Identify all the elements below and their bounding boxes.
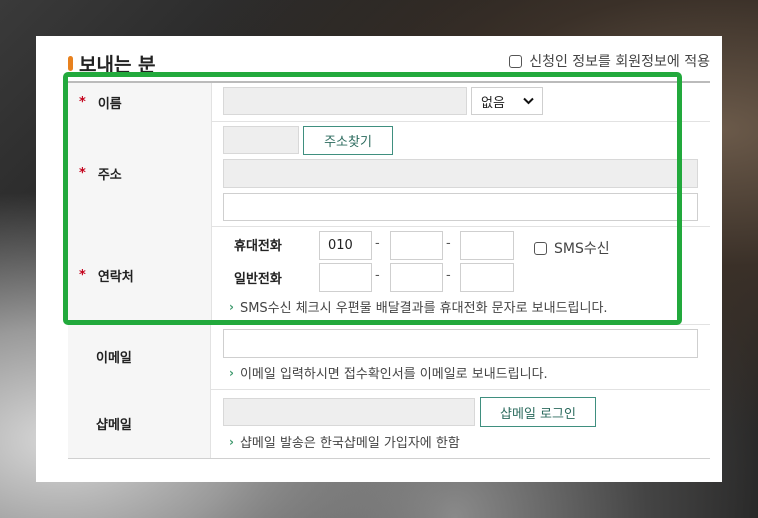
- email-note-text: 이메일 입력하시면 접수확인서를 이메일로 보내드립니다.: [239, 367, 548, 382]
- landline-label: 일반전화: [234, 272, 282, 287]
- mobile-label: 휴대전화: [234, 239, 282, 254]
- arrow-icon: ›: [229, 365, 234, 380]
- address-detail-input[interactable]: [223, 193, 698, 221]
- postcode-input[interactable]: [223, 126, 299, 154]
- shopmail-note: › 샵메일 발송은 한국샵메일 가입자에 한함: [229, 432, 460, 452]
- mobile-prefix-input[interactable]: 010: [319, 231, 372, 260]
- section-title: 보내는 분: [68, 50, 156, 77]
- sms-note-text: SMS수신 체크시 우편물 배달결과를 휴대전화 문자로 보내드립니다.: [239, 301, 608, 316]
- apply-member-info-checkbox[interactable]: 신청인 정보를 회원정보에 적용: [509, 51, 710, 71]
- mobile-middle-input[interactable]: [390, 231, 443, 260]
- address-label: * 주소: [68, 121, 212, 226]
- shopmail-input[interactable]: [223, 398, 475, 426]
- shopmail-login-label: 샵메일 로그인: [500, 406, 576, 422]
- name-suffix-select[interactable]: 없음: [471, 87, 543, 115]
- email-label: 이메일: [68, 324, 211, 389]
- dash: -: [375, 236, 380, 251]
- sender-form-table: * 이름 없음 * 주소 주소찾기 * 연락처 휴대전화 010 - - SMS…: [68, 81, 710, 459]
- address-label-text: 주소: [97, 168, 122, 183]
- checkbox-icon[interactable]: [534, 241, 547, 255]
- mobile-prefix-value: 010: [328, 238, 353, 253]
- email-input[interactable]: [223, 329, 698, 358]
- section-marker-icon: [68, 56, 73, 71]
- email-row: 이메일 › 이메일 입력하시면 접수확인서를 이메일로 보내드립니다.: [68, 324, 710, 390]
- name-input[interactable]: [223, 87, 467, 115]
- dash: -: [446, 236, 451, 251]
- address-row: * 주소 주소찾기: [68, 121, 710, 227]
- sms-checkbox[interactable]: SMS수신: [534, 238, 610, 258]
- chevron-down-icon: [523, 97, 534, 105]
- name-suffix-value: 없음: [481, 95, 505, 111]
- name-label: * 이름: [68, 83, 212, 121]
- email-label-text: 이메일: [96, 351, 132, 366]
- shopmail-note-text: 샵메일 발송은 한국샵메일 가입자에 한함: [239, 436, 460, 451]
- dash: -: [375, 268, 380, 283]
- required-mark: *: [79, 267, 86, 283]
- contact-row: * 연락처 휴대전화 010 - - SMS수신 일반전화 - - › SMS수…: [68, 226, 710, 325]
- shopmail-label-text: 샵메일: [96, 418, 132, 433]
- name-label-text: 이름: [97, 96, 122, 112]
- checkbox-icon[interactable]: [509, 54, 523, 68]
- name-row: * 이름 없음: [68, 83, 710, 122]
- address-main-input[interactable]: [223, 159, 698, 188]
- arrow-icon: ›: [229, 434, 234, 449]
- section-title-text: 보내는 분: [79, 54, 156, 76]
- address-search-label: 주소찾기: [324, 135, 372, 150]
- apply-member-info-label: 신청인 정보를 회원정보에 적용: [529, 54, 710, 70]
- dash: -: [446, 268, 451, 283]
- sender-form-panel: 보내는 분 신청인 정보를 회원정보에 적용 * 이름 없음 * 주소 주소찾기…: [36, 36, 722, 482]
- shopmail-login-button[interactable]: 샵메일 로그인: [480, 397, 596, 427]
- shopmail-label: 샵메일: [68, 389, 211, 458]
- sms-checkbox-label: SMS수신: [554, 241, 610, 257]
- landline-area-input[interactable]: [319, 263, 372, 292]
- arrow-icon: ›: [229, 299, 234, 314]
- contact-label: * 연락처: [68, 226, 212, 324]
- mobile-last-input[interactable]: [460, 231, 514, 260]
- landline-last-input[interactable]: [460, 263, 514, 292]
- required-mark: *: [79, 166, 86, 181]
- contact-label-text: 연락처: [97, 269, 134, 285]
- address-search-button[interactable]: 주소찾기: [303, 126, 393, 155]
- shopmail-row: 샵메일 샵메일 로그인 › 샵메일 발송은 한국샵메일 가입자에 한함: [68, 389, 710, 458]
- landline-middle-input[interactable]: [390, 263, 443, 292]
- sms-note: › SMS수신 체크시 우편물 배달결과를 휴대전화 문자로 보내드립니다.: [229, 297, 608, 317]
- required-mark: *: [79, 94, 86, 110]
- email-note: › 이메일 입력하시면 접수확인서를 이메일로 보내드립니다.: [229, 363, 548, 383]
